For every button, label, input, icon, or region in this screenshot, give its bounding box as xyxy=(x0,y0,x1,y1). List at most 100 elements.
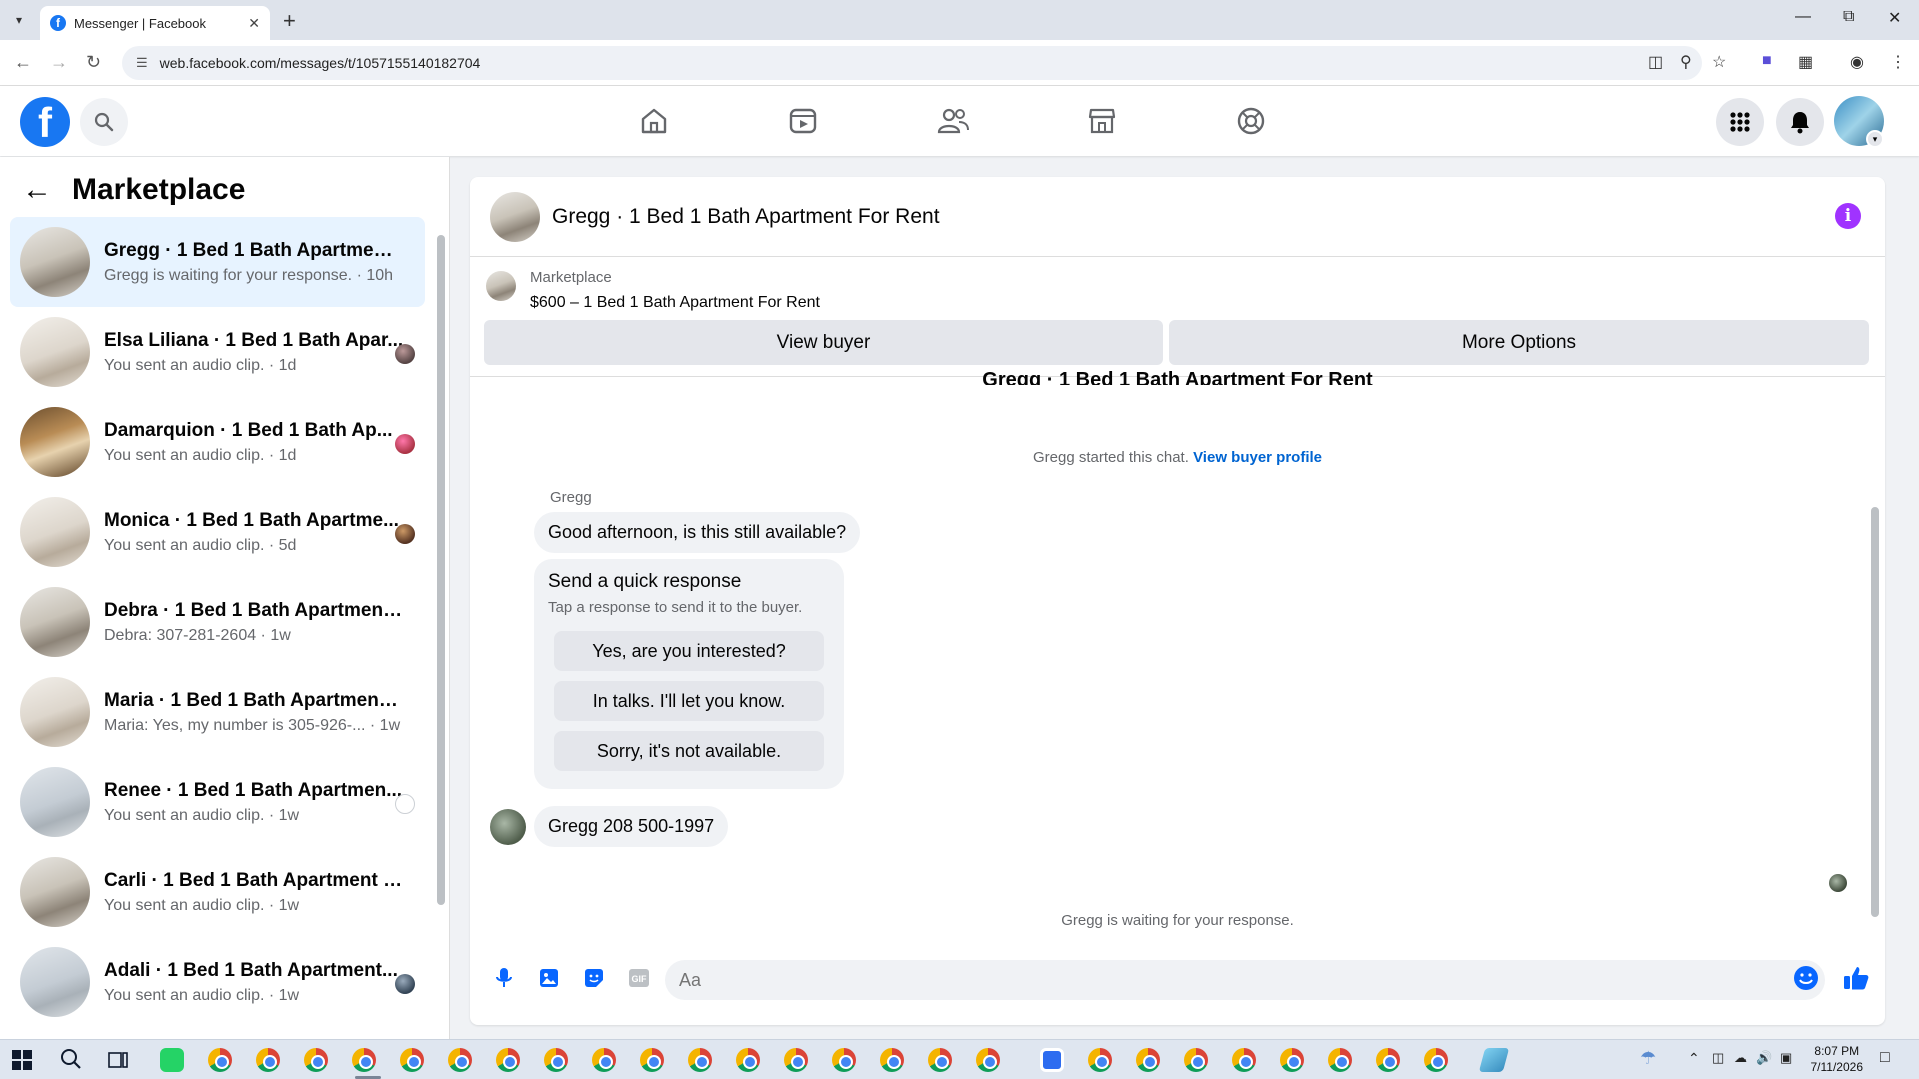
url-omnibox[interactable]: ☰ web.facebook.com/messages/t/1057155140… xyxy=(122,46,1702,80)
back-arrow-icon[interactable]: ← xyxy=(22,173,52,207)
reload-icon[interactable]: ↻ xyxy=(86,52,101,73)
chrome-icon[interactable] xyxy=(784,1048,808,1072)
conversation-item[interactable]: Debra · 1 Bed 1 Bath Apartment ... Debra… xyxy=(10,577,425,667)
browser-tab-messenger[interactable]: f Messenger | Facebook ✕ xyxy=(40,6,270,40)
chrome-icon[interactable] xyxy=(1376,1048,1400,1072)
emoji-icon[interactable] xyxy=(1792,964,1820,992)
chrome-icon[interactable] xyxy=(304,1048,328,1072)
zoom-icon[interactable]: ⚲ xyxy=(1680,52,1692,72)
bookmark-star-icon[interactable]: ☆ xyxy=(1712,52,1726,72)
chrome-icon[interactable] xyxy=(400,1048,424,1072)
install-app-icon[interactable]: ◫ xyxy=(1648,52,1663,72)
sidebar-scrollbar[interactable] xyxy=(437,235,445,905)
view-buyer-profile-link[interactable]: View buyer profile xyxy=(1193,449,1322,466)
menu-grid-button[interactable] xyxy=(1716,98,1764,146)
notifications-button[interactable] xyxy=(1776,98,1824,146)
chrome-icon[interactable] xyxy=(1088,1048,1112,1072)
message-input[interactable] xyxy=(665,960,1825,1000)
weather-icon[interactable]: ☂ xyxy=(1640,1048,1656,1069)
facebook-logo-icon[interactable]: f xyxy=(20,97,70,147)
profile-icon[interactable]: ◉ xyxy=(1850,52,1864,72)
tab-close-icon[interactable]: ✕ xyxy=(248,15,260,32)
listing-title[interactable]: $600 – 1 Bed 1 Bath Apartment For Rent xyxy=(530,294,820,312)
app-icon[interactable] xyxy=(1478,1048,1510,1072)
tab-search-chevron-icon[interactable]: ▾ xyxy=(8,9,30,31)
chrome-icon[interactable] xyxy=(496,1048,520,1072)
forward-icon[interactable]: → xyxy=(50,52,68,73)
nav-home[interactable] xyxy=(599,96,709,146)
window-close-icon[interactable]: ✕ xyxy=(1888,8,1901,28)
sticker-icon[interactable] xyxy=(580,964,608,992)
quick-response-option[interactable]: Yes, are you interested? xyxy=(554,631,824,671)
taskbar-search-icon[interactable] xyxy=(60,1048,82,1075)
task-view-icon[interactable] xyxy=(108,1050,128,1075)
tray-chevron-up-icon[interactable]: ⌃ xyxy=(1688,1050,1700,1067)
conversation-item[interactable]: Renee · 1 Bed 1 Bath Apartmen... You sen… xyxy=(10,757,425,847)
nav-gaming[interactable] xyxy=(1196,96,1306,146)
message-bubble[interactable]: Good afternoon, is this still available? xyxy=(534,512,861,553)
microphone-icon[interactable] xyxy=(490,964,518,992)
chrome-icon[interactable] xyxy=(1136,1048,1160,1072)
account-chevron-down-icon[interactable]: ▾ xyxy=(1866,130,1884,148)
whatsapp-icon[interactable] xyxy=(160,1048,184,1072)
chrome-icon[interactable] xyxy=(1232,1048,1256,1072)
chrome-icon[interactable] xyxy=(1424,1048,1448,1072)
chrome-icon[interactable] xyxy=(1280,1048,1304,1072)
chrome-icon[interactable] xyxy=(832,1048,856,1072)
nav-friends[interactable] xyxy=(898,96,1008,146)
chrome-icon[interactable] xyxy=(256,1048,280,1072)
nav-marketplace[interactable] xyxy=(1047,96,1157,146)
network-icon[interactable]: ▣ xyxy=(1780,1050,1792,1066)
conversation-item[interactable]: Damarquion · 1 Bed 1 Bath Ap... You sent… xyxy=(10,397,425,487)
facebook-search-button[interactable] xyxy=(80,98,128,146)
new-tab-plus-icon[interactable]: + xyxy=(283,8,296,34)
extensions-icon[interactable]: ▦ xyxy=(1798,52,1813,72)
chrome-icon[interactable] xyxy=(448,1048,472,1072)
tray-device-icon[interactable]: ◫ xyxy=(1712,1050,1724,1066)
quick-response-option[interactable]: In talks. I'll let you know. xyxy=(554,681,824,721)
chat-title[interactable]: Gregg · 1 Bed 1 Bath Apartment For Rent xyxy=(552,205,940,229)
message-bubble[interactable]: Gregg 208 500-1997 xyxy=(534,806,729,847)
conversation-item[interactable]: Adali · 1 Bed 1 Bath Apartment... You se… xyxy=(10,937,425,1027)
chrome-icon[interactable] xyxy=(640,1048,664,1072)
chrome-icon[interactable] xyxy=(928,1048,952,1072)
chrome-icon[interactable] xyxy=(1328,1048,1352,1072)
restore-icon[interactable]: ⧉ xyxy=(1843,8,1854,26)
onedrive-icon[interactable]: ☁ xyxy=(1734,1050,1747,1066)
conversation-item[interactable]: Monica · 1 Bed 1 Bath Apartme... You sen… xyxy=(10,487,425,577)
password-lock-icon[interactable]: ■ xyxy=(1762,52,1772,70)
back-icon[interactable]: ← xyxy=(14,52,32,73)
conversation-item[interactable]: Maria · 1 Bed 1 Bath Apartment F... Mari… xyxy=(10,667,425,757)
volume-icon[interactable]: 🔊 xyxy=(1756,1050,1772,1066)
chat-listing-thumbnail[interactable] xyxy=(490,191,540,242)
notification-center-icon[interactable]: □ xyxy=(1880,1049,1890,1067)
conversation-item[interactable]: Carli · 1 Bed 1 Bath Apartment Fo... You… xyxy=(10,847,425,937)
app-icon[interactable] xyxy=(1040,1048,1064,1072)
conversation-item[interactable]: Elsa Liliana · 1 Bed 1 Bath Apar... You … xyxy=(10,307,425,397)
windows-start-icon[interactable] xyxy=(12,1050,32,1075)
tray-clock[interactable]: 8:07 PM 7/11/2026 xyxy=(1811,1043,1864,1075)
thumbs-up-icon[interactable] xyxy=(1842,964,1870,992)
info-icon[interactable]: i xyxy=(1835,203,1861,229)
chrome-icon[interactable] xyxy=(880,1048,904,1072)
nav-video[interactable] xyxy=(748,96,858,146)
chrome-icon[interactable] xyxy=(544,1048,568,1072)
conversation-item[interactable]: Gregg · 1 Bed 1 Bath Apartment ... Gregg… xyxy=(10,217,425,307)
chrome-icon[interactable] xyxy=(1184,1048,1208,1072)
view-buyer-button[interactable]: View buyer xyxy=(484,320,1163,365)
sender-avatar[interactable] xyxy=(490,809,526,845)
chrome-icon[interactable] xyxy=(208,1048,232,1072)
more-options-button[interactable]: More Options xyxy=(1169,320,1869,365)
chat-scrollbar[interactable] xyxy=(1871,507,1879,917)
chrome-icon[interactable] xyxy=(688,1048,712,1072)
quick-response-option[interactable]: Sorry, it's not available. xyxy=(554,731,824,771)
photo-icon[interactable] xyxy=(535,964,563,992)
chrome-icon[interactable] xyxy=(352,1048,376,1072)
browser-menu-icon[interactable]: ⋮ xyxy=(1890,52,1906,72)
chrome-icon[interactable] xyxy=(736,1048,760,1072)
site-info-icon[interactable]: ☰ xyxy=(136,55,148,71)
gif-icon[interactable]: GIF xyxy=(625,964,653,992)
chrome-icon[interactable] xyxy=(976,1048,1000,1072)
chrome-icon[interactable] xyxy=(592,1048,616,1072)
minimize-icon[interactable]: — xyxy=(1795,8,1811,26)
